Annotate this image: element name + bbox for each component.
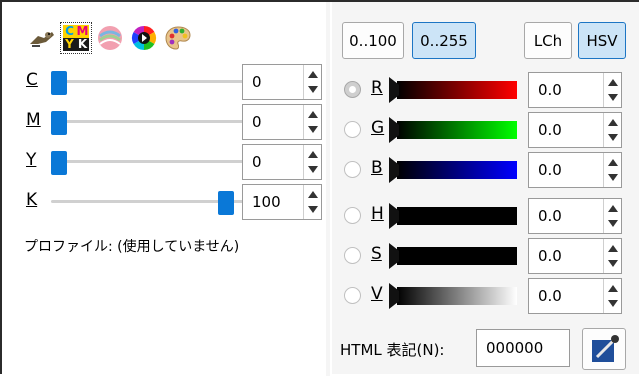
cmyk-row-c: C 0 xyxy=(26,64,326,100)
increment-icon[interactable] xyxy=(308,191,318,198)
html-notation-input[interactable]: 000000 xyxy=(476,329,570,367)
increment-icon[interactable] xyxy=(608,245,618,252)
hue-radio[interactable] xyxy=(344,207,361,224)
green-radio[interactable] xyxy=(344,121,361,138)
blue-spinbox[interactable]: 0.0 xyxy=(528,152,622,188)
color-picker-button[interactable] xyxy=(582,328,626,370)
value-radio[interactable] xyxy=(344,287,361,304)
hue-label: H xyxy=(371,204,384,224)
red-value: 0.0 xyxy=(538,81,562,99)
decrement-icon[interactable] xyxy=(308,166,318,173)
green-spinbox[interactable]: 0.0 xyxy=(528,112,622,148)
profile-status: プロファイル: (使用していません) xyxy=(24,239,240,255)
saturation-radio[interactable] xyxy=(344,247,361,264)
increment-icon[interactable] xyxy=(308,71,318,78)
hsv-button[interactable]: HSV xyxy=(578,22,626,59)
cmyk-panel: C M Y K C 0 M 0 Y 0 K 100 プロファイル: (使用してい… xyxy=(4,2,328,374)
value-value: 0.0 xyxy=(538,287,562,305)
decrement-icon[interactable] xyxy=(608,300,618,307)
color-wheel-icon[interactable] xyxy=(128,22,160,54)
red-slider[interactable] xyxy=(397,81,517,99)
key-value: 100 xyxy=(252,193,281,211)
increment-icon[interactable] xyxy=(608,79,618,86)
decrement-icon[interactable] xyxy=(608,94,618,101)
decrement-icon[interactable] xyxy=(308,126,318,133)
palette-icon[interactable] xyxy=(162,22,194,54)
channel-row-v: V 0.0 xyxy=(344,278,639,314)
increment-icon[interactable] xyxy=(608,205,618,212)
magenta-slider-track[interactable] xyxy=(51,120,256,123)
hue-spinbox[interactable]: 0.0 xyxy=(528,198,622,234)
cmyk-letter: Y xyxy=(63,38,76,51)
channel-row-r: R 0.0 xyxy=(344,72,639,108)
decrement-icon[interactable] xyxy=(608,220,618,227)
blue-slider[interactable] xyxy=(397,161,517,179)
key-label: K xyxy=(26,190,38,210)
channel-row-b: B 0.0 xyxy=(344,152,639,188)
hue-slider[interactable] xyxy=(397,207,517,225)
cmyk-row-m: M 0 xyxy=(26,104,326,140)
yellow-slider-handle[interactable] xyxy=(51,151,67,175)
eyedropper-icon xyxy=(592,335,619,362)
range-255-button[interactable]: 0..255 xyxy=(412,22,476,59)
cyan-value: 0 xyxy=(252,73,262,91)
increment-icon[interactable] xyxy=(308,111,318,118)
green-label: G xyxy=(371,118,385,138)
decrement-icon[interactable] xyxy=(608,260,618,267)
magenta-value: 0 xyxy=(252,113,262,131)
html-notation-label: HTML 表記(N): xyxy=(340,341,445,359)
red-label: R xyxy=(371,78,383,98)
saturation-spinbox[interactable]: 0.0 xyxy=(528,238,622,274)
yellow-value: 0 xyxy=(252,153,262,171)
value-slider[interactable] xyxy=(397,287,517,305)
channel-row-h: H 0.0 xyxy=(344,198,639,234)
magenta-spinbox[interactable]: 0 xyxy=(242,104,322,140)
increment-icon[interactable] xyxy=(608,159,618,166)
blue-label: B xyxy=(371,158,383,178)
green-slider[interactable] xyxy=(397,121,517,139)
channel-row-g: G 0.0 xyxy=(344,112,639,148)
gimp-icon[interactable] xyxy=(26,22,58,54)
cyan-spinbox[interactable]: 0 xyxy=(242,64,322,100)
yellow-label: Y xyxy=(26,150,37,170)
cmyk-row-k: K 100 xyxy=(26,184,326,220)
yellow-slider-track[interactable] xyxy=(51,160,256,163)
lch-button[interactable]: LCh xyxy=(524,22,572,59)
key-slider-handle[interactable] xyxy=(218,191,234,215)
cmyk-row-y: Y 0 xyxy=(26,144,326,180)
blue-value: 0.0 xyxy=(538,161,562,179)
red-radio[interactable] xyxy=(344,81,361,98)
saturation-label: S xyxy=(371,244,382,264)
decrement-icon[interactable] xyxy=(308,206,318,213)
saturation-slider[interactable] xyxy=(397,247,517,265)
value-spinbox[interactable]: 0.0 xyxy=(528,278,622,314)
value-label: V xyxy=(371,284,383,304)
increment-icon[interactable] xyxy=(608,285,618,292)
blue-radio[interactable] xyxy=(344,161,361,178)
cmyk-icon[interactable]: C M Y K xyxy=(60,22,92,54)
magenta-slider-handle[interactable] xyxy=(51,111,67,135)
green-value: 0.0 xyxy=(538,121,562,139)
color-dialog: C M Y K C 0 M 0 Y 0 K 100 プロファイル: (使用してい… xyxy=(0,0,639,376)
decrement-icon[interactable] xyxy=(608,134,618,141)
decrement-icon[interactable] xyxy=(308,86,318,93)
magenta-label: M xyxy=(26,110,41,130)
hue-value: 0.0 xyxy=(538,207,562,225)
channel-row-s: S 0.0 xyxy=(344,238,639,274)
decrement-icon[interactable] xyxy=(608,174,618,181)
range-100-button[interactable]: 0..100 xyxy=(342,22,404,59)
cyan-slider-track[interactable] xyxy=(51,80,256,83)
yellow-spinbox[interactable]: 0 xyxy=(242,144,322,180)
saturation-value: 0.0 xyxy=(538,247,562,265)
cmyk-letter: K xyxy=(76,37,89,51)
red-spinbox[interactable]: 0.0 xyxy=(528,72,622,108)
watercolor-icon[interactable] xyxy=(94,22,126,54)
cyan-slider-handle[interactable] xyxy=(51,71,67,95)
cyan-label: C xyxy=(26,70,38,90)
key-spinbox[interactable]: 100 xyxy=(242,184,322,220)
increment-icon[interactable] xyxy=(608,119,618,126)
increment-icon[interactable] xyxy=(308,151,318,158)
